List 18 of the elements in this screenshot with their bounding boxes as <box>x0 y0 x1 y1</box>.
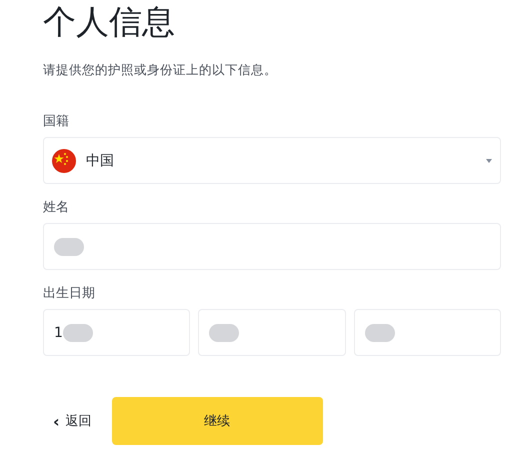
country-select[interactable]: 中国 <box>43 137 501 184</box>
page-title: 个人信息 <box>43 1 176 42</box>
field-label: 国籍 <box>43 114 70 130</box>
continue-button[interactable]: 继续 <box>112 397 323 445</box>
name-field[interactable] <box>43 223 501 270</box>
flag-icon <box>52 148 76 172</box>
instruction-text: 请提供您的护照或身份证上的以下信息。 <box>43 62 278 78</box>
back-label: 返回 <box>66 413 92 430</box>
date-field[interactable] <box>198 309 346 356</box>
date-field[interactable]: 1 <box>43 309 190 356</box>
field-label: 出生日期 <box>43 286 96 302</box>
chevron-icon: ‹ <box>53 412 60 430</box>
select-value: 中国 <box>86 152 115 170</box>
field-label: 姓名 <box>43 200 70 216</box>
caret-icon <box>486 158 492 162</box>
field-value: 1 <box>54 324 63 340</box>
back-button[interactable]: ‹ 返回 <box>43 412 102 430</box>
date-field[interactable] <box>354 309 501 356</box>
